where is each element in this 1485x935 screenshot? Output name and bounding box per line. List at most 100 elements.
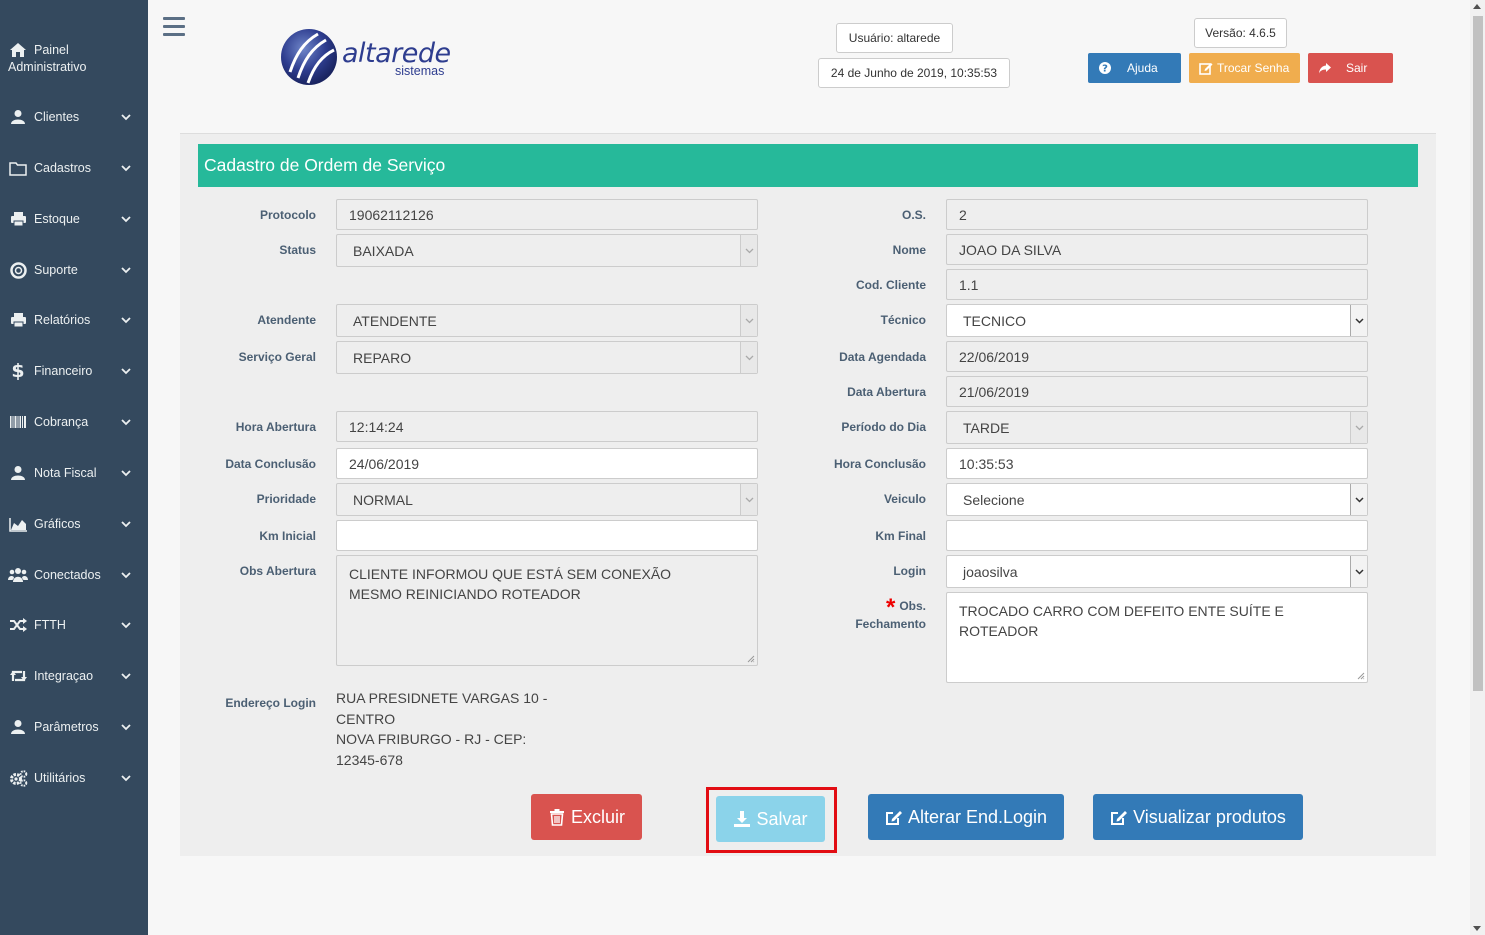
resize-grip-icon[interactable] [747, 655, 755, 663]
visualizar-produtos-label: Visualizar produtos [1133, 806, 1286, 827]
sidebar-item-label: Conectados [34, 568, 101, 582]
obs-abertura-line: MESMO REINICIANDO ROTEADOR [349, 586, 581, 602]
share-arrow-icon [1319, 63, 1331, 74]
sidebar-item-nota-fiscal[interactable]: Nota Fiscal [0, 448, 148, 498]
chevron-down-icon [121, 724, 131, 731]
endereco-line: NOVA FRIBURGO - RJ - CEP: [336, 731, 527, 747]
scroll-down-icon[interactable] [1473, 926, 1481, 931]
endereco-line: CENTRO [336, 710, 396, 727]
os-field[interactable]: 2 [946, 199, 1368, 230]
status-label: Status [279, 243, 316, 257]
obs-fechamento-line: TROCADO CARRO COM DEFEITO ENTE SUÍTE E [959, 603, 1284, 619]
menu-toggle-icon[interactable] [163, 17, 185, 37]
form-title: Cadastro de Ordem de Serviço [198, 144, 1418, 187]
chevron-down-icon [121, 368, 131, 375]
logo-globe-icon [281, 29, 337, 85]
periodo-dia-select[interactable]: TARDE [946, 411, 1368, 444]
prioridade-select[interactable]: NORMAL [336, 483, 758, 516]
hora-abertura-field[interactable]: 12:14:24 [336, 411, 758, 442]
area-chart-icon [8, 514, 28, 534]
change-password-button[interactable]: Trocar Senha [1189, 53, 1300, 83]
status-select[interactable]: BAIXADA [336, 234, 758, 267]
salvar-label: Salvar [756, 808, 808, 829]
sidebar-item-estoque[interactable]: Estoque [0, 194, 148, 244]
sidebar-item-parametros[interactable]: Parâmetros [0, 702, 148, 752]
user-icon [8, 717, 28, 737]
alterar-end-login-button[interactable]: Alterar End.Login [868, 794, 1064, 840]
sidebar-item-utilitarios[interactable]: Utilitários [0, 753, 148, 803]
chevron-down-icon [121, 470, 131, 477]
data-conclusao-field[interactable]: 24/06/2019 [336, 448, 758, 479]
sidebar-item-cadastros[interactable]: Cadastros [0, 143, 148, 193]
help-button-label: Ajuda [1127, 61, 1158, 75]
veiculo-select[interactable]: Selecione [946, 483, 1368, 516]
scrollbar-thumb[interactable] [1473, 16, 1483, 691]
sidebar-item-ftth[interactable]: FTTH [0, 600, 148, 650]
tecnico-select[interactable]: TECNICO [946, 304, 1368, 337]
chevron-down-icon [121, 317, 131, 324]
version-badge: Versão: 4.6.5 [1194, 18, 1287, 48]
status-value: BAIXADA [353, 242, 414, 259]
alterar-end-login-label: Alterar End.Login [907, 806, 1048, 827]
visualizar-produtos-button[interactable]: Visualizar produtos [1093, 794, 1303, 840]
sidebar-item-graficos[interactable]: Gráficos [0, 499, 148, 549]
obs-fechamento-textarea[interactable]: TROCADO CARRO COM DEFEITO ENTE SUÍTE E R… [946, 592, 1368, 683]
protocolo-field[interactable]: 19062112126 [336, 199, 758, 230]
logo-sub-text: sistemas [395, 64, 445, 78]
chevron-down-icon [121, 165, 131, 172]
sidebar-item-label: Gráficos [34, 517, 81, 531]
nome-field[interactable]: JOAO DA SILVA [946, 234, 1368, 265]
salvar-button[interactable]: Salvar [716, 796, 825, 842]
sidebar-item-clientes[interactable]: Clientes [0, 92, 148, 142]
sidebar-item-integracao[interactable]: Integraçao [0, 651, 148, 701]
hora-conclusao-label: Hora Conclusão [833, 457, 926, 471]
chevron-down-icon [1354, 317, 1364, 324]
atendente-select[interactable]: ATENDENTE [336, 304, 758, 337]
chevron-down-icon [745, 248, 753, 253]
endereco-login-label: Endereço Login [225, 696, 316, 710]
login-select[interactable]: joaosilva [946, 555, 1368, 588]
servico-geral-label: Serviço Geral [238, 350, 316, 364]
sidebar-item-cobranca[interactable]: Cobrança [0, 397, 148, 447]
print-icon [8, 209, 28, 229]
sidebar-item-suporte[interactable]: Suporte [0, 245, 148, 295]
sidebar-item-label: Utilitários [34, 771, 86, 785]
servico-geral-select[interactable]: REPARO [336, 341, 758, 374]
sidebar-item-label: Financeiro [34, 364, 93, 378]
login-label: Login [893, 564, 926, 578]
scroll-up-icon[interactable] [1473, 4, 1481, 9]
hora-conclusao-field[interactable]: 10:35:53 [946, 448, 1368, 479]
sidebar-item-financeiro[interactable]: $ Financeiro [0, 346, 148, 396]
vertical-scrollbar[interactable] [1470, 0, 1485, 935]
help-button[interactable]: ? Ajuda [1088, 53, 1181, 83]
chevron-down-icon [121, 572, 131, 579]
chevron-down-icon [121, 673, 131, 680]
data-abertura-field[interactable]: 21/06/2019 [946, 376, 1368, 407]
sidebar-item-relatorios[interactable]: Relatórios [0, 295, 148, 345]
obs-abertura-textarea[interactable]: CLIENTE INFORMOU QUE ESTÁ SEM CONEXÃO ME… [336, 555, 758, 666]
tecnico-label: Técnico [880, 313, 926, 327]
km-inicial-field[interactable] [336, 520, 758, 551]
obs-fechamento-line: ROTEADOR [959, 623, 1039, 639]
logout-button[interactable]: Sair [1308, 53, 1393, 83]
sidebar-item-conectados[interactable]: Conectados [0, 550, 148, 600]
km-final-field[interactable] [946, 520, 1368, 551]
chevron-down-icon [121, 622, 131, 629]
change-password-label: Trocar Senha [1217, 61, 1290, 75]
resize-grip-icon[interactable] [1357, 672, 1365, 680]
sidebar-item-label: Integraçao [34, 669, 94, 683]
cod-cliente-field[interactable]: 1.1 [946, 269, 1368, 300]
chevron-down-icon [1354, 568, 1364, 575]
sidebar-item-label: Estoque [34, 212, 80, 226]
edit-icon [1111, 811, 1128, 825]
print-icon [8, 310, 28, 330]
nome-label: Nome [892, 243, 926, 257]
sidebar-item-label: Relatórios [34, 313, 91, 327]
cod-cliente-label: Cod. Cliente [855, 278, 926, 292]
sidebar-item-painel[interactable]: Painel Administrativo [0, 30, 148, 80]
excluir-button[interactable]: Excluir [531, 794, 642, 840]
endereco-line: RUA PRESIDNETE VARGAS 10 - [336, 690, 548, 706]
chevron-down-icon [121, 419, 131, 426]
data-agendada-field[interactable]: 22/06/2019 [946, 341, 1368, 372]
svg-text:?: ? [1102, 64, 1108, 75]
